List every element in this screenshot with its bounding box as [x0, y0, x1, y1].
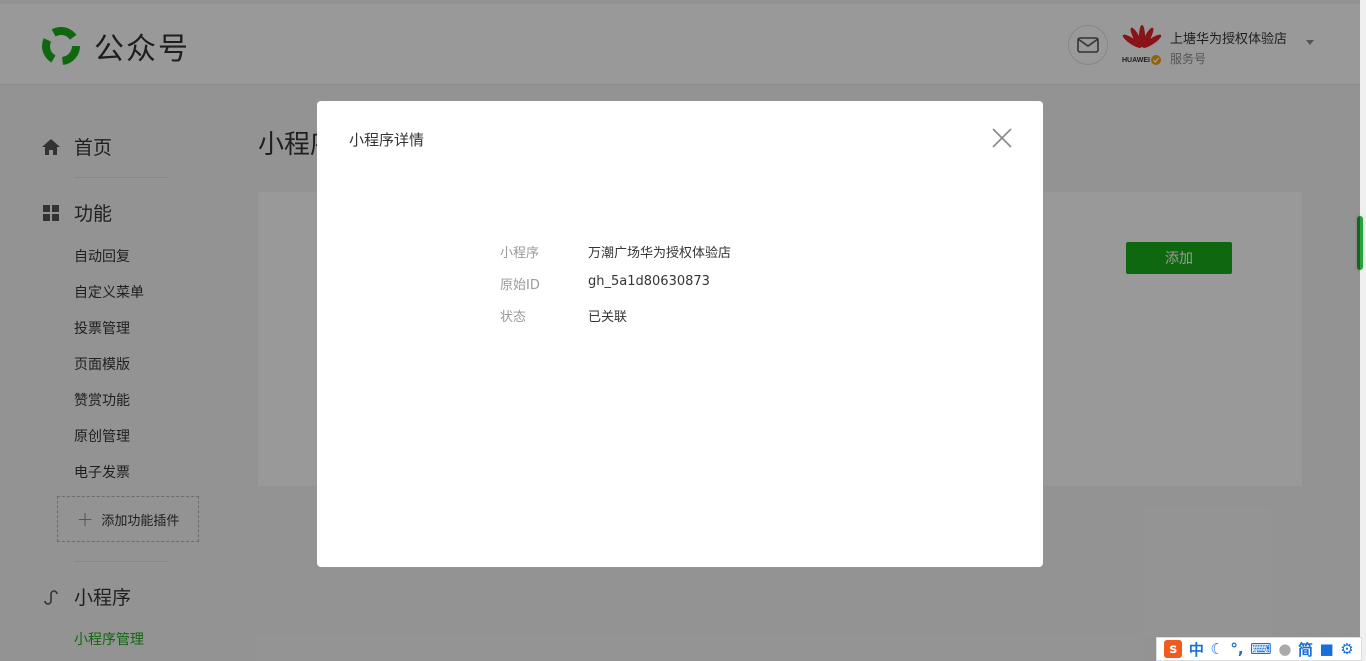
mini-program-detail-dialog: 小程序详情 小程序 万潮广场华为授权体验店 原始ID gh_5a1d806308…	[317, 101, 1043, 567]
close-icon	[992, 128, 1012, 148]
detail-value: gh_5a1d80630873	[588, 274, 710, 289]
detail-row-name: 小程序 万潮广场华为授权体验店	[500, 242, 731, 261]
detail-value: 万潮广场华为授权体验店	[588, 246, 732, 261]
dialog-title: 小程序详情	[349, 131, 425, 149]
detail-label: 原始ID	[500, 278, 540, 293]
skin-icon[interactable]: ■	[1320, 640, 1334, 658]
ime-toolbar: s 中 ☾ °, ⌨ ● 简 ■ ⚙	[1156, 637, 1362, 661]
ime-simplified-toggle[interactable]: 简	[1298, 639, 1313, 660]
settings-icon[interactable]: ⚙	[1340, 640, 1353, 658]
detail-label: 状态	[500, 310, 527, 325]
detail-label: 小程序	[500, 246, 540, 261]
detail-value: 已关联	[588, 310, 628, 325]
sogou-logo-icon[interactable]: s	[1164, 640, 1183, 658]
ime-mode-toggle[interactable]: 中	[1189, 639, 1204, 660]
detail-row-status: 状态 已关联	[500, 306, 627, 325]
keyboard-icon[interactable]: ⌨	[1250, 640, 1272, 658]
close-button[interactable]	[987, 123, 1017, 153]
moon-icon[interactable]: ☾	[1210, 640, 1223, 658]
user-icon[interactable]: ●	[1278, 640, 1291, 658]
detail-row-original-id: 原始ID gh_5a1d80630873	[500, 274, 710, 293]
scrollbar-track[interactable]	[1360, 0, 1366, 661]
punctuation-icon[interactable]: °,	[1230, 640, 1243, 658]
